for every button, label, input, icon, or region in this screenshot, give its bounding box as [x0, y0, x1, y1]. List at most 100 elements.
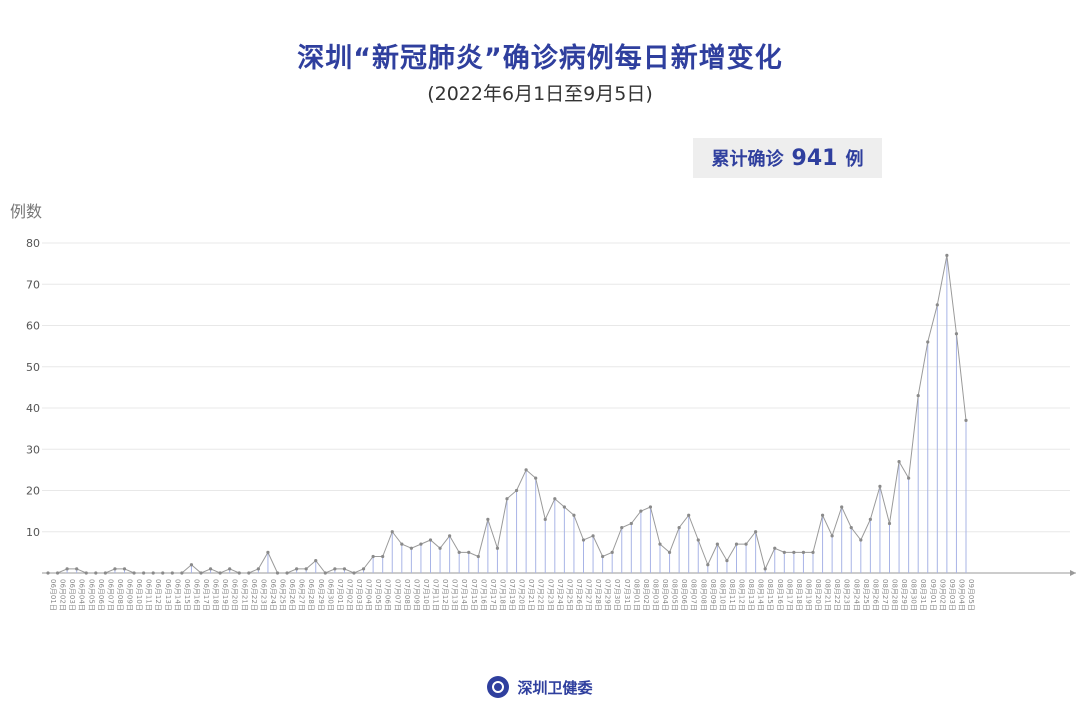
x-tick-label: 08月26日	[871, 579, 879, 611]
x-tick-label: 06月24日	[269, 579, 277, 611]
data-point	[467, 550, 471, 554]
data-point	[849, 526, 853, 530]
data-point	[658, 542, 662, 546]
x-tick-label: 08月19日	[804, 579, 812, 611]
data-point	[295, 567, 299, 571]
data-point	[763, 567, 767, 571]
x-tick-label: 09月03日	[948, 579, 956, 611]
data-point	[534, 476, 538, 480]
x-tick-label: 07月14日	[460, 579, 468, 611]
footer-org-name: 深圳卫健委	[517, 678, 593, 697]
data-point	[964, 418, 968, 422]
data-point	[75, 567, 79, 571]
data-point	[610, 550, 614, 554]
x-tick-label: 07月31日	[623, 579, 631, 611]
data-point	[667, 550, 672, 554]
data-point	[84, 571, 88, 575]
data-point	[543, 517, 547, 521]
data-point	[926, 340, 930, 344]
y-tick-label: 10	[26, 526, 40, 539]
x-tick-label: 09月05日	[967, 579, 975, 611]
x-tick-label: 06月17日	[202, 579, 210, 611]
x-tick-label: 08月04日	[661, 579, 669, 611]
data-point	[180, 571, 184, 575]
x-tick-label: 08月24日	[852, 579, 860, 611]
data-point	[199, 571, 203, 575]
x-tick-label: 07月15日	[470, 579, 478, 611]
x-tick-label: 06月28日	[307, 579, 315, 611]
data-point	[524, 468, 528, 472]
data-point	[581, 538, 586, 542]
x-tick-label: 07月17日	[489, 579, 497, 611]
data-point	[725, 559, 729, 563]
data-point	[954, 332, 959, 336]
data-point	[677, 526, 681, 530]
data-point	[734, 542, 739, 546]
data-point	[486, 517, 490, 521]
x-tick-label: 07月04日	[365, 579, 373, 611]
x-tick-label: 08月23日	[843, 579, 851, 611]
x-tick-label: 06月14日	[173, 579, 181, 611]
data-point	[409, 546, 413, 550]
x-tick-label: 06月05日	[87, 579, 95, 611]
x-tick-label: 08月30日	[910, 579, 918, 611]
x-tick-label: 07月26日	[575, 579, 583, 611]
x-tick-label: 08月20日	[814, 579, 822, 611]
x-axis-arrow-icon	[1070, 570, 1076, 576]
data-point	[218, 571, 222, 575]
data-point	[342, 567, 347, 571]
x-tick-label: 06月18日	[212, 579, 220, 611]
data-point	[170, 571, 174, 575]
data-point	[620, 526, 624, 530]
data-point	[55, 571, 60, 575]
x-tick-label: 07月20日	[518, 579, 526, 611]
data-point	[94, 571, 98, 575]
data-point	[438, 546, 442, 550]
x-tick-label: 06月19日	[221, 579, 229, 611]
data-point	[266, 550, 270, 554]
x-tick-label: 07月01日	[336, 579, 344, 611]
x-tick-label: 07月12日	[441, 579, 449, 611]
x-tick-label: 07月29日	[604, 579, 612, 611]
data-point	[65, 567, 69, 571]
data-point	[935, 303, 939, 307]
x-tick-label: 06月22日	[250, 579, 258, 611]
data-point	[591, 534, 595, 538]
x-tick-label: 08月06日	[680, 579, 688, 611]
data-point	[448, 534, 452, 538]
data-point	[352, 571, 356, 575]
x-tick-label: 08月02日	[642, 579, 650, 611]
x-tick-label: 07月23日	[546, 579, 554, 611]
x-tick-label: 07月28日	[594, 579, 602, 611]
x-tick-label: 08月14日	[757, 579, 765, 611]
y-tick-label: 80	[26, 237, 40, 250]
data-point	[476, 554, 480, 559]
x-tick-label: 08月09日	[709, 579, 717, 611]
data-point	[371, 554, 375, 559]
data-point	[314, 559, 318, 563]
x-tick-label: 06月11日	[145, 579, 153, 611]
x-tick-label: 06月15日	[183, 579, 191, 611]
data-point	[945, 253, 949, 257]
data-point	[572, 513, 576, 517]
data-point	[916, 394, 920, 398]
x-tick-label: 06月13日	[164, 579, 172, 611]
data-point	[428, 538, 433, 542]
x-tick-label: 06月29日	[317, 579, 325, 611]
x-tick-label: 07月21日	[527, 579, 535, 611]
x-tick-label: 07月08日	[403, 579, 411, 611]
data-point	[811, 550, 815, 554]
x-tick-label: 06月03日	[68, 579, 76, 611]
x-tick-label: 07月11日	[432, 579, 440, 611]
x-tick-label: 07月02日	[345, 579, 353, 611]
data-point	[840, 505, 844, 509]
data-point	[400, 542, 404, 546]
x-tick-label: 08月18日	[795, 579, 803, 611]
data-point	[601, 554, 605, 559]
x-tick-label: 08月05日	[671, 579, 679, 611]
data-point	[687, 513, 691, 517]
data-point	[754, 530, 758, 534]
data-point	[887, 521, 892, 526]
data-point	[132, 571, 136, 575]
x-tick-label: 08月17日	[785, 579, 793, 611]
